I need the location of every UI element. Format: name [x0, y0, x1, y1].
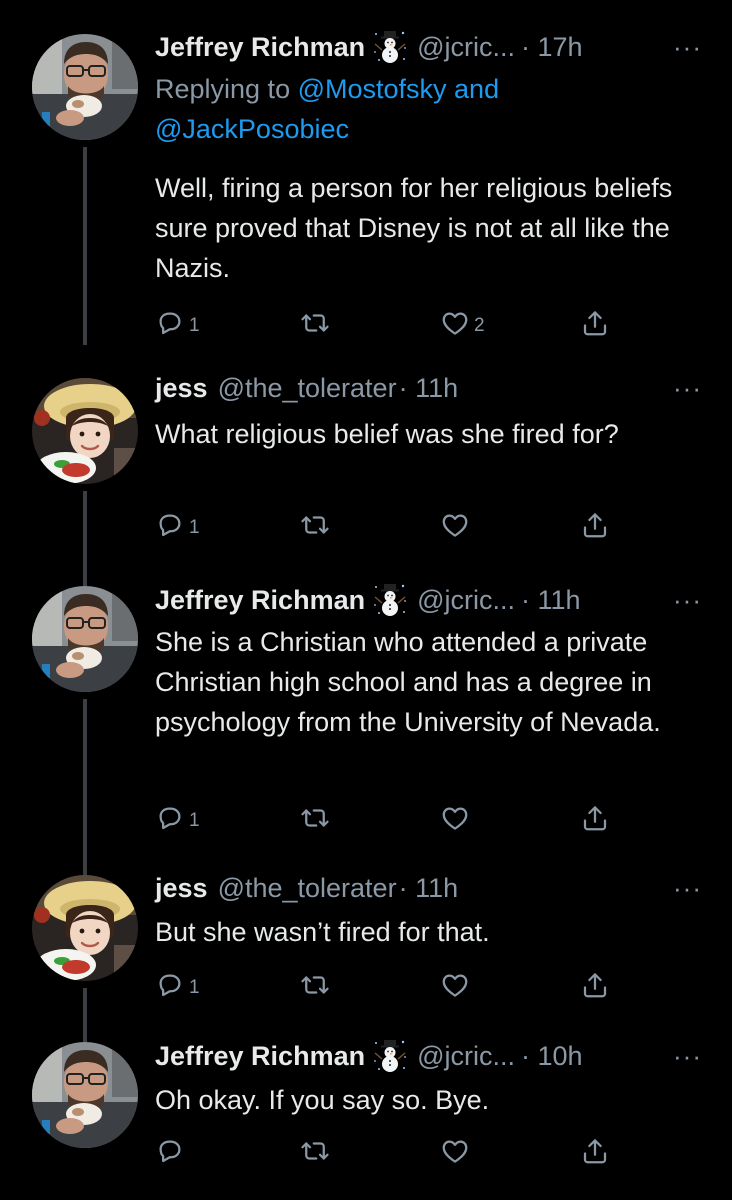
- share-button[interactable]: [580, 967, 610, 1003]
- timestamp[interactable]: · 11h: [399, 373, 459, 404]
- more-options-icon[interactable]: ···: [673, 368, 702, 408]
- avatar-jess[interactable]: [32, 378, 138, 484]
- share-icon: [580, 803, 610, 833]
- like-button[interactable]: [440, 967, 470, 1003]
- reply-button[interactable]: 1: [155, 507, 200, 543]
- avatar-jess[interactable]: [32, 875, 138, 981]
- heart-icon: [440, 308, 470, 338]
- reply-icon: [155, 308, 185, 338]
- more-options-icon[interactable]: ···: [673, 868, 702, 908]
- reply-icon: [155, 510, 185, 540]
- user-handle[interactable]: @the_tolerater: [218, 873, 397, 904]
- tweet-text: What religious belief was she fired for?: [155, 419, 619, 449]
- reply-count: 1: [189, 977, 200, 998]
- user-handle[interactable]: @jcric...: [417, 1041, 515, 1072]
- share-button[interactable]: [580, 800, 610, 836]
- reply-button[interactable]: 1: [155, 800, 200, 836]
- snowman-emoji-icon: [373, 1039, 407, 1073]
- heart-icon: [440, 970, 470, 1000]
- reply-button[interactable]: 1: [155, 305, 200, 341]
- heart-icon: [440, 510, 470, 540]
- user-handle[interactable]: @jcric...: [417, 32, 515, 63]
- share-icon: [580, 308, 610, 338]
- display-name[interactable]: Jeffrey Richman: [155, 32, 365, 63]
- thread-line: [83, 147, 87, 345]
- retweet-button[interactable]: [300, 305, 334, 341]
- replying-to-label: Replying to: [155, 74, 298, 104]
- reply-icon: [155, 1136, 185, 1166]
- avatar-jeffrey[interactable]: [32, 34, 138, 140]
- like-button[interactable]: 2: [440, 305, 485, 341]
- timestamp[interactable]: · 11h: [521, 585, 581, 616]
- replying-to: Replying to @Mostofsky and @JackPosobiec: [155, 69, 675, 149]
- share-button[interactable]: [580, 1133, 610, 1169]
- more-options-icon[interactable]: ···: [673, 27, 702, 67]
- snowman-emoji-icon: [373, 30, 407, 64]
- tweet-4[interactable]: jess @the_tolerater · 11h ··· But she wa…: [0, 868, 732, 1042]
- retweet-icon: [300, 308, 330, 338]
- tweet-actions: 1: [155, 967, 625, 1003]
- display-name[interactable]: jess: [155, 373, 208, 404]
- tweet-header: jess @the_tolerater · 11h ···: [155, 868, 702, 908]
- display-name[interactable]: jess: [155, 873, 208, 904]
- reply-button[interactable]: [155, 1133, 185, 1169]
- heart-icon: [440, 1136, 470, 1166]
- tweet-2[interactable]: jess @the_tolerater · 11h ··· What relig…: [0, 368, 732, 586]
- avatar-jeffrey[interactable]: [32, 586, 138, 692]
- thread-line: [83, 988, 87, 1042]
- user-handle[interactable]: @jcric...: [417, 585, 515, 616]
- share-icon: [580, 1136, 610, 1166]
- tweet-actions: 1 2: [155, 305, 625, 341]
- thread-line: [83, 491, 87, 586]
- share-icon: [580, 510, 610, 540]
- like-button[interactable]: [440, 800, 470, 836]
- like-button[interactable]: [440, 507, 470, 543]
- tweet-actions: 1: [155, 800, 625, 836]
- reply-count: 1: [189, 315, 200, 336]
- retweet-icon: [300, 510, 330, 540]
- tweet-actions: [155, 1133, 625, 1169]
- display-name[interactable]: Jeffrey Richman: [155, 1041, 365, 1072]
- retweet-button[interactable]: [300, 967, 330, 1003]
- tweet-text: Well, firing a person for her religious …: [155, 173, 673, 283]
- heart-icon: [440, 803, 470, 833]
- user-handle[interactable]: @the_tolerater: [218, 373, 397, 404]
- tweet-header: Jeffrey Richman @jcric... · 17h ···: [155, 27, 702, 67]
- tweet-3[interactable]: Jeffrey Richman @jcric... · 11h ··· She …: [0, 580, 732, 876]
- display-name[interactable]: Jeffrey Richman: [155, 585, 365, 616]
- tweet-text: She is a Christian who attended a privat…: [155, 627, 661, 737]
- retweet-button[interactable]: [300, 507, 330, 543]
- timestamp[interactable]: · 10h: [521, 1041, 583, 1072]
- like-button[interactable]: [440, 1133, 470, 1169]
- timestamp[interactable]: · 11h: [399, 873, 459, 904]
- tweet-5[interactable]: Jeffrey Richman @jcric... · 10h ··· Oh o…: [0, 1036, 732, 1186]
- tweet-actions: 1: [155, 507, 625, 543]
- avatar-jeffrey[interactable]: [32, 1042, 138, 1148]
- reply-icon: [155, 803, 185, 833]
- share-button[interactable]: [580, 507, 610, 543]
- more-options-icon[interactable]: ···: [673, 1036, 702, 1076]
- share-button[interactable]: [580, 305, 610, 341]
- timestamp[interactable]: · 17h: [521, 32, 583, 63]
- tweet-1[interactable]: Jeffrey Richman @jcric... · 17h ··· Repl…: [0, 27, 732, 347]
- tweet-header: jess @the_tolerater · 11h ···: [155, 368, 702, 408]
- retweet-button[interactable]: [300, 800, 330, 836]
- retweet-icon: [300, 803, 330, 833]
- retweet-icon: [300, 1136, 330, 1166]
- tweet-header: Jeffrey Richman @jcric... · 10h ···: [155, 1036, 702, 1076]
- retweet-icon: [300, 970, 330, 1000]
- retweet-button[interactable]: [300, 1133, 330, 1169]
- reply-icon: [155, 970, 185, 1000]
- tweet-text: But she wasn’t fired for that.: [155, 917, 490, 947]
- tweet-header: Jeffrey Richman @jcric... · 11h ···: [155, 580, 702, 620]
- reply-count: 1: [189, 517, 200, 538]
- reply-button[interactable]: 1: [155, 967, 200, 1003]
- snowman-emoji-icon: [373, 583, 407, 617]
- thread-line: [83, 699, 87, 876]
- like-count: 2: [474, 315, 485, 336]
- reply-count: 1: [189, 810, 200, 831]
- share-icon: [580, 970, 610, 1000]
- tweet-text: Oh okay. If you say so. Bye.: [155, 1085, 490, 1115]
- more-options-icon[interactable]: ···: [673, 580, 702, 620]
